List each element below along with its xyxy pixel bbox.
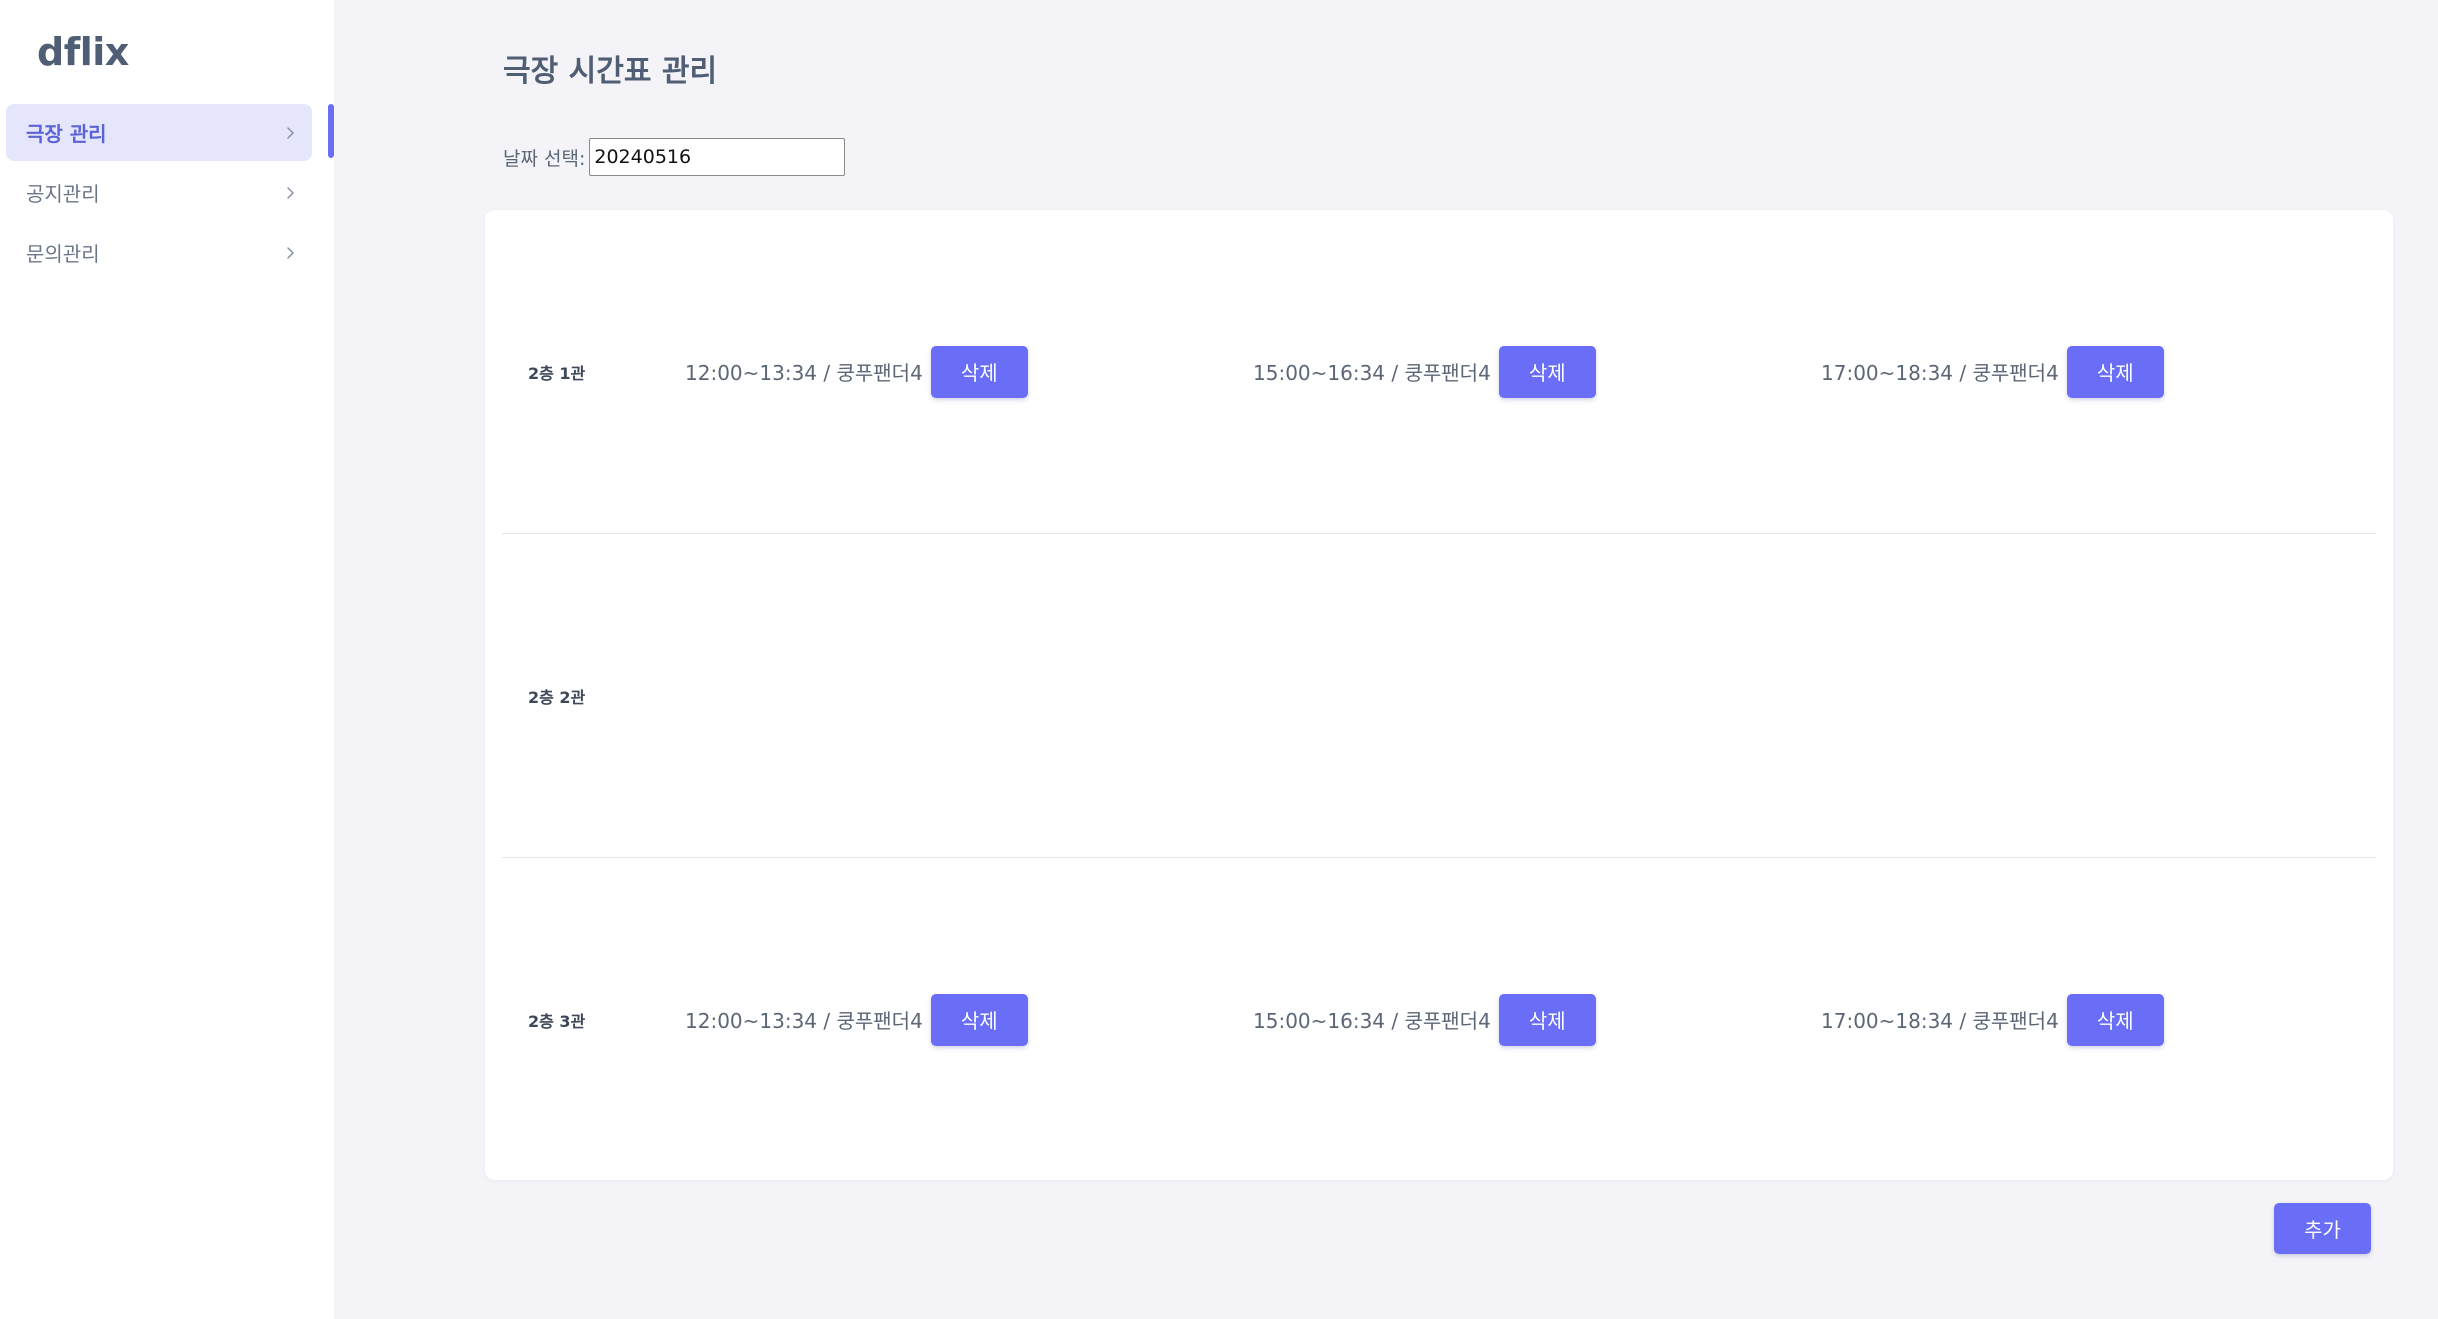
showtime-text: 15:00~16:34 / 쿵푸팬더4 [1253,1009,1491,1033]
chevron-right-icon [287,246,294,259]
add-button[interactable]: 추가 [2274,1203,2371,1254]
date-input[interactable] [589,138,846,176]
sidebar-item-theater-management[interactable]: 극장 관리 [6,104,312,161]
app-logo[interactable]: dflix [37,30,129,74]
sidebar-item-label: 극장 관리 [26,122,107,146]
showtime-slot: 12:00~13:34 / 쿵푸팬더4 삭제 [685,345,1028,398]
showtime-text: 15:00~16:34 / 쿵푸팬더4 [1253,361,1491,385]
sidebar-item-inquiry-management[interactable]: 문의관리 [6,224,312,281]
sidebar-item-label: 공지관리 [26,182,100,206]
hall-row: 2층 1관 12:00~13:34 / 쿵푸팬더4 삭제 15:00~16:34… [502,210,2376,533]
showtime-text: 17:00~18:34 / 쿵푸팬더4 [1821,361,2059,385]
page-title: 극장 시간표 관리 [503,54,718,89]
hall-row: 2층 2관 [502,533,2376,857]
hall-name: 2층 2관 [528,687,586,707]
sidebar-nav: 극장 관리 공지관리 문의관리 [6,104,312,284]
showtime-text: 12:00~13:34 / 쿵푸팬더4 [685,361,923,385]
showtime-slot: 17:00~18:34 / 쿵푸팬더4 삭제 [1821,993,2164,1046]
hall-row: 2층 3관 12:00~13:34 / 쿵푸팬더4 삭제 15:00~16:34… [502,857,2376,1181]
delete-button[interactable]: 삭제 [1498,345,1596,398]
showtime-text: 12:00~13:34 / 쿵푸팬더4 [685,1009,923,1033]
date-picker-row: 날짜 선택: [503,138,846,176]
sidebar-item-label: 문의관리 [26,242,100,266]
showtime-slot: 15:00~16:34 / 쿵푸팬더4 삭제 [1253,993,1596,1046]
date-picker-label: 날짜 선택: [503,147,586,170]
hall-name: 2층 1관 [528,363,586,383]
chevron-right-icon [287,126,294,139]
showtime-text: 17:00~18:34 / 쿵푸팬더4 [1821,1009,2059,1033]
sidebar: dflix 극장 관리 공지관리 문의관리 [0,0,334,1319]
showtime-slot: 15:00~16:34 / 쿵푸팬더4 삭제 [1253,345,1596,398]
delete-button[interactable]: 삭제 [930,345,1028,398]
delete-button[interactable]: 삭제 [2066,345,2164,398]
schedule-panel: 2층 1관 12:00~13:34 / 쿵푸팬더4 삭제 15:00~16:34… [485,210,2393,1180]
chevron-right-icon [287,186,294,199]
delete-button[interactable]: 삭제 [1498,993,1596,1046]
hall-name: 2층 3관 [528,1011,586,1031]
showtime-slot: 12:00~13:34 / 쿵푸팬더4 삭제 [685,993,1028,1046]
showtime-slot: 17:00~18:34 / 쿵푸팬더4 삭제 [1821,345,2164,398]
delete-button[interactable]: 삭제 [2066,993,2164,1046]
delete-button[interactable]: 삭제 [930,993,1028,1046]
sidebar-item-notice-management[interactable]: 공지관리 [6,164,312,221]
active-indicator [328,104,334,158]
